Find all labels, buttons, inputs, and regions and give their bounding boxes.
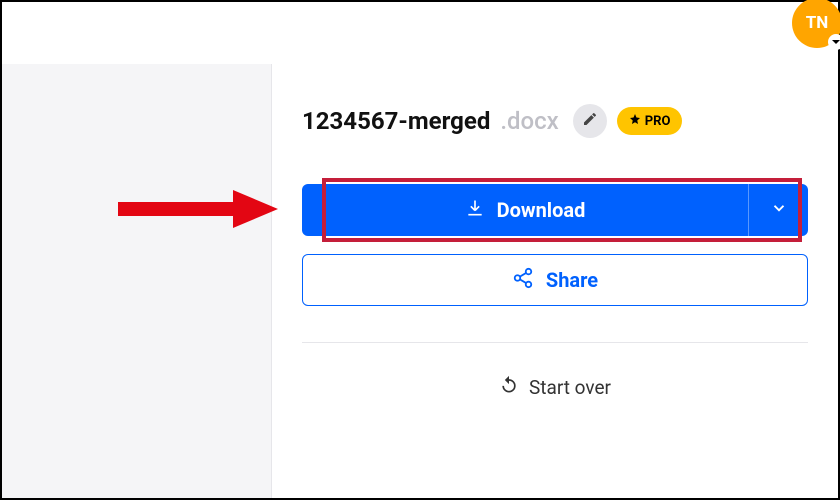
star-icon bbox=[629, 113, 641, 129]
download-options-button[interactable] bbox=[748, 184, 808, 236]
start-over-button[interactable]: Start over bbox=[302, 375, 808, 400]
share-label: Share bbox=[546, 268, 598, 292]
divider bbox=[302, 342, 808, 343]
download-button-group: Download bbox=[302, 184, 808, 236]
file-name: 1234567-merged bbox=[302, 107, 490, 135]
download-button[interactable]: Download bbox=[302, 184, 748, 236]
download-wrap: Download bbox=[302, 184, 808, 236]
filename-row: 1234567-merged .docx PRO bbox=[302, 104, 808, 138]
edit-filename-button[interactable] bbox=[573, 104, 607, 138]
pencil-icon bbox=[582, 111, 598, 131]
pro-badge-label: PRO bbox=[645, 114, 671, 129]
file-extension: .docx bbox=[500, 107, 558, 135]
chevron-down-icon bbox=[770, 199, 788, 221]
topbar: TN bbox=[2, 2, 838, 64]
annotation-arrow bbox=[118, 184, 278, 238]
main: 1234567-merged.docx PRO Dow bbox=[2, 64, 838, 498]
user-avatar[interactable]: TN bbox=[792, 0, 840, 48]
share-button[interactable]: Share bbox=[302, 254, 808, 306]
avatar-dropdown-caret[interactable] bbox=[828, 34, 840, 50]
avatar-initials: TN bbox=[806, 13, 829, 33]
restart-icon bbox=[499, 375, 519, 400]
download-label: Download bbox=[497, 198, 586, 222]
sidebar bbox=[2, 64, 272, 498]
start-over-label: Start over bbox=[529, 376, 611, 399]
pro-badge[interactable]: PRO bbox=[617, 107, 683, 135]
download-icon bbox=[465, 198, 485, 223]
share-icon bbox=[512, 267, 534, 294]
content: 1234567-merged.docx PRO Dow bbox=[272, 64, 838, 498]
